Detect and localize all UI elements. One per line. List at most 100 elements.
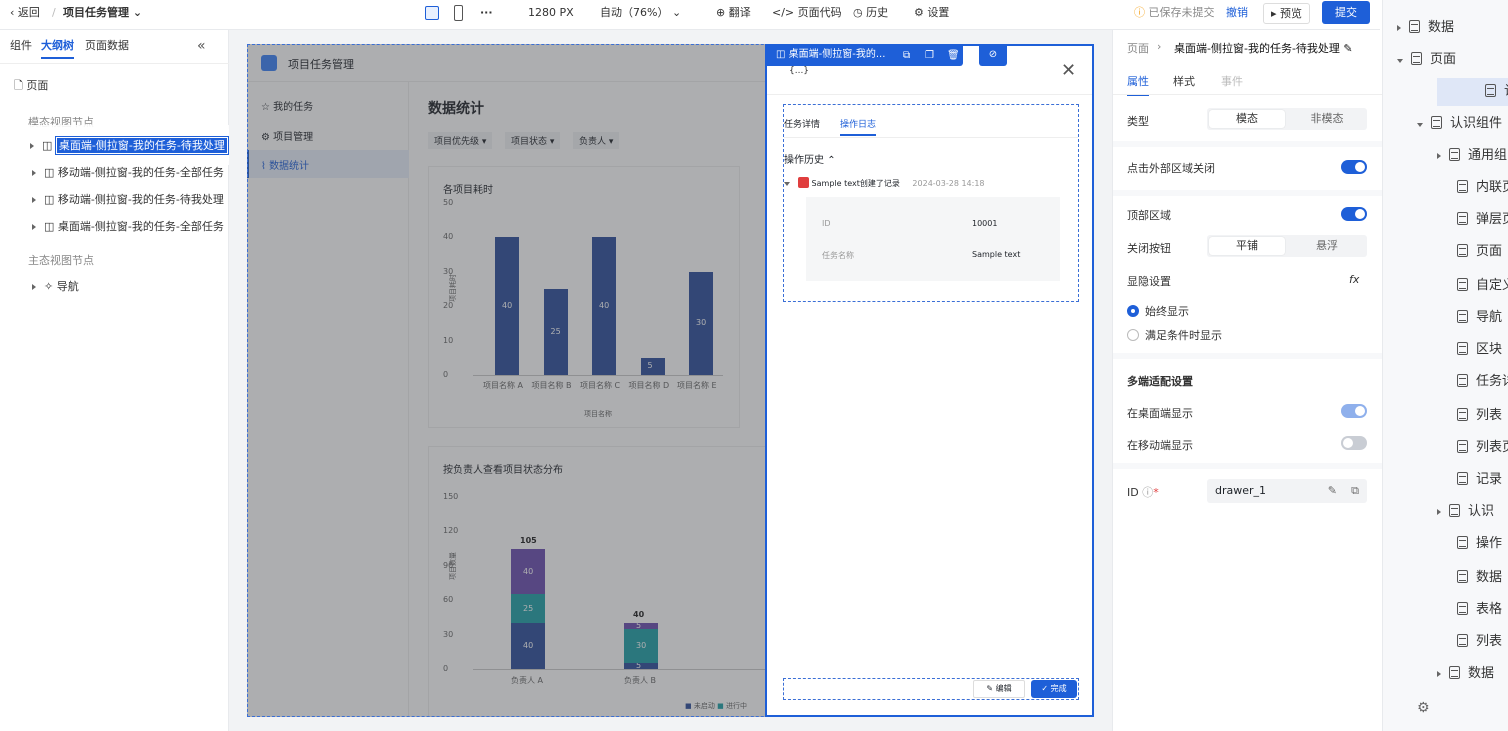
tree-item[interactable]: 页面 (1457, 238, 1502, 266)
log-entry[interactable]: Sample text创建了记录 2024-03-28 14:18 (784, 177, 985, 189)
tree-node[interactable]: ◫ 移动端-侧拉窗-我的任务-全部任务 (32, 160, 224, 186)
tree-item[interactable]: 列表 (1457, 628, 1502, 656)
copy-icon[interactable]: ⧉ (1351, 479, 1359, 503)
undo-button[interactable]: 撤销 (1226, 0, 1248, 30)
tree-item[interactable]: 内联页 (1457, 174, 1508, 202)
page-icon (1457, 472, 1468, 485)
trash-icon[interactable]: 🗑 (947, 50, 960, 61)
tab-task-detail[interactable]: 任务详情 (784, 117, 820, 130)
translate-button[interactable]: ⊕ 翻译 (716, 0, 751, 30)
project-switcher[interactable]: 项目任务管理 ⌄ (63, 0, 142, 30)
tree-item[interactable]: 通用组 (1437, 142, 1507, 170)
page-code-button[interactable]: </> 页面代码 (772, 0, 842, 30)
page-icon (1457, 278, 1468, 291)
done-button[interactable]: ✓ 完成 (1031, 680, 1077, 698)
avatar (798, 177, 809, 188)
tree-item[interactable]: 记录 (1457, 466, 1502, 494)
tree-item[interactable]: 数据 (1397, 14, 1454, 42)
close-icon[interactable]: ✕ (1061, 60, 1076, 81)
history-button[interactable]: ◷ 历史 (853, 0, 888, 30)
top-area-toggle[interactable] (1341, 207, 1367, 221)
fx-icon[interactable]: fx (1349, 273, 1359, 286)
tree-item[interactable]: 列表页 (1457, 434, 1508, 462)
back-button[interactable]: ‹ 返回 (10, 0, 40, 30)
gear-icon: ⚙ (914, 6, 924, 19)
desktop-icon[interactable] (425, 6, 439, 20)
tree-node-selected[interactable]: ◫ 桌面端-侧拉窗-我的任务-待我处理 (30, 133, 230, 159)
multi-device-label: 多端适配设置 (1127, 375, 1193, 388)
tab-components[interactable]: 组件 (10, 33, 32, 59)
tree-node[interactable]: ◫ 移动端-侧拉窗-我的任务-待我处理 (32, 187, 224, 213)
tab-events[interactable]: 事件 (1221, 73, 1243, 89)
mobile-icon[interactable] (454, 5, 463, 21)
settings-button[interactable]: ⚙ 设置 (914, 0, 949, 30)
tab-container: 任务详情 操作日志 操作历史 ⌃ Sample text创建了记录 2024-0… (783, 104, 1079, 302)
desktop-show-toggle[interactable] (1341, 404, 1367, 418)
code-icon: </> (772, 6, 795, 19)
tab-op-log[interactable]: 操作日志 (840, 117, 877, 136)
tree-item[interactable]: 导航 (1457, 304, 1502, 332)
radio-empty-icon (1127, 329, 1139, 341)
drawer-icon: ◫ (44, 220, 55, 233)
duplicate-icon[interactable]: ❐ (925, 50, 934, 61)
tree-item[interactable]: 任务详 (1457, 368, 1508, 396)
tab-page-data[interactable]: 页面数据 (85, 33, 129, 59)
log-section-title[interactable]: 操作历史 ⌃ (784, 151, 836, 166)
tab-props[interactable]: 属性 (1127, 73, 1149, 96)
page-icon (1449, 504, 1460, 517)
mobile-show-toggle[interactable] (1341, 436, 1367, 450)
close-button-segment[interactable]: 平铺 悬浮 (1207, 235, 1367, 257)
warning-icon: ⓘ (1134, 6, 1145, 19)
copy-icon[interactable]: ⧉ (903, 50, 910, 61)
outside-close-toggle[interactable] (1341, 160, 1367, 174)
outside-close-label: 点击外部区域关闭 (1127, 162, 1215, 175)
tree-item[interactable]: 页面 (1397, 46, 1456, 74)
canvas-size-select[interactable]: 1280 PX (528, 0, 574, 30)
tree-item[interactable]: 自定义 (1457, 272, 1508, 300)
caret-right-icon (1437, 509, 1441, 515)
collapse-icon[interactable]: « (197, 33, 206, 59)
submit-button[interactable]: 提交 (1322, 1, 1370, 24)
outline-tree-cropped: 数据页面认识页面认识组件通用组内联页弹层页页面自定义导航区块任务详列表列表页记录… (1382, 0, 1508, 731)
zoom-select[interactable]: 自动（76%） ⌄ (600, 0, 681, 30)
more-icon[interactable]: ··· (480, 0, 493, 30)
page-icon: 🗋 (14, 79, 23, 92)
gear-icon[interactable]: ⚙ (1417, 700, 1430, 716)
radio-condition[interactable]: 满足条件时显示 (1127, 327, 1222, 343)
tree-item[interactable]: 区块 (1457, 336, 1502, 364)
tree-page[interactable]: 🗋 页面 (14, 73, 48, 99)
save-status: ⓘ 已保存未提交 (1134, 6, 1215, 19)
breadcrumb-root[interactable]: 页面 (1127, 40, 1149, 56)
tree-item[interactable]: 数据 (1457, 564, 1502, 592)
type-segment[interactable]: 模态 非模态 (1207, 108, 1367, 130)
page-icon (1457, 536, 1468, 549)
page-icon (1457, 634, 1468, 647)
tree-item[interactable]: 认识 (1437, 498, 1494, 526)
tree-item[interactable]: 弹层页 (1457, 206, 1508, 234)
type-label: 类型 (1127, 115, 1149, 128)
design-canvas: 项目任务管理 ☆ 我的任务 ⚙ 项目管理 ⌇ 数据统计 数据统计 项目优先级 ▾… (229, 30, 1112, 731)
radio-always[interactable]: 始终显示 (1127, 303, 1189, 319)
tree-item[interactable]: 操作 (1457, 530, 1502, 558)
tree-item[interactable]: 认识组件 (1417, 110, 1502, 138)
drawer-panel[interactable]: ◫ 桌面端-侧拉窗-我的... ⧉ ❐ 🗑 ⊘ {...} ✕ 任务详情 操作日… (765, 44, 1094, 717)
breadcrumb-node[interactable]: 桌面端-侧拉窗-我的任务-待我处理 ✎ (1174, 40, 1353, 56)
tab-style[interactable]: 样式 (1173, 73, 1195, 89)
clock-icon: ◷ (853, 6, 863, 19)
tree-item[interactable]: 列表 (1457, 402, 1502, 430)
id-input[interactable]: drawer_1 ✎ ⧉ (1207, 479, 1367, 503)
close-button-label: 关闭按钮 (1127, 242, 1171, 255)
preview-button[interactable]: ▸ 预览 (1263, 3, 1311, 24)
tree-item[interactable]: 认识页面 (1437, 78, 1508, 106)
pencil-icon[interactable]: ✎ (1328, 479, 1337, 503)
edit-button[interactable]: ✎ 编辑 (973, 680, 1025, 698)
tab-outline[interactable]: 大纲树 (41, 33, 74, 59)
tree-item[interactable]: 表格 (1457, 596, 1502, 624)
chevron-left-icon: ‹ (10, 6, 18, 19)
pencil-icon: ✎ (986, 684, 994, 693)
eye-off-icon[interactable]: ⊘ (979, 44, 1007, 66)
main-group-label: 主态视图节点 (28, 254, 94, 267)
tree-node[interactable]: ◫ 桌面端-侧拉窗-我的任务-全部任务 (32, 214, 224, 240)
tree-item[interactable]: 数据 (1437, 660, 1494, 688)
tree-node-nav[interactable]: ✧ 导航 (32, 274, 79, 300)
